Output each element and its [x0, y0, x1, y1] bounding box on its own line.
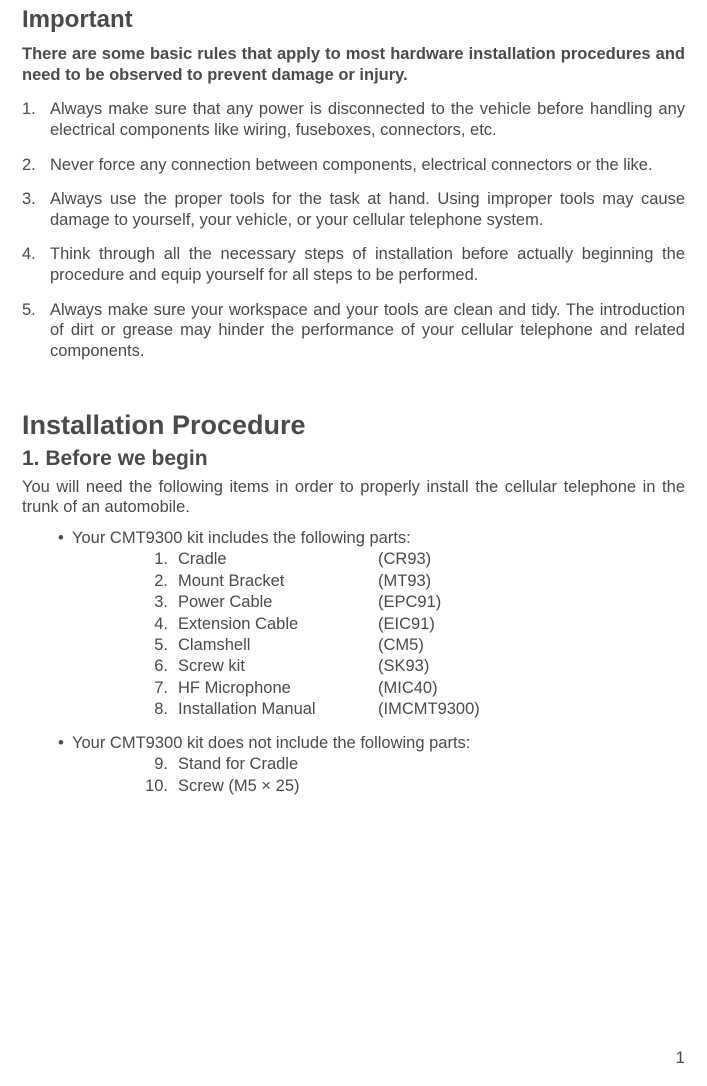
part-code: (MIC40): [378, 678, 685, 699]
before-begin-heading: 1. Before we begin: [22, 447, 685, 471]
rule-text: Think through all the necessary steps of…: [50, 244, 685, 285]
rules-list: 1. Always make sure that any power is di…: [22, 99, 685, 361]
rule-number: 4.: [22, 244, 50, 285]
rule-text: Always make sure that any power is disco…: [50, 99, 685, 140]
rule-item: 4. Think through all the necessary steps…: [22, 244, 685, 285]
part-name: Screw (M5 × 25): [168, 776, 378, 797]
parts-row: 7.HF Microphone(MIC40): [134, 678, 685, 699]
part-number: 5.: [134, 635, 168, 656]
parts-row: 2.Mount Bracket(MT93): [134, 571, 685, 592]
includes-label-line: • Your CMT9300 kit includes the followin…: [58, 528, 685, 549]
part-number: 9.: [134, 754, 168, 775]
part-code: (SK93): [378, 656, 685, 677]
important-heading: Important: [22, 6, 685, 34]
includes-block: • Your CMT9300 kit includes the followin…: [22, 528, 685, 721]
installation-intro: You will need the following items in ord…: [22, 477, 685, 518]
part-code: (EIC91): [378, 614, 685, 635]
part-name: HF Microphone: [168, 678, 378, 699]
part-code: (MT93): [378, 571, 685, 592]
important-lead: There are some basic rules that apply to…: [22, 44, 685, 85]
parts-row: 9.Stand for Cradle: [134, 754, 685, 775]
part-name: Mount Bracket: [168, 571, 378, 592]
part-number: 2.: [134, 571, 168, 592]
parts-row: 5.Clamshell(CM5): [134, 635, 685, 656]
included-parts-list: 1.Cradle(CR93) 2.Mount Bracket(MT93) 3.P…: [58, 549, 685, 721]
part-name: Clamshell: [168, 635, 378, 656]
part-name: Extension Cable: [168, 614, 378, 635]
part-code: (IMCMT9300): [378, 699, 685, 720]
parts-row: 4.Extension Cable(EIC91): [134, 614, 685, 635]
parts-row: 10.Screw (M5 × 25): [134, 776, 685, 797]
rule-text: Always make sure your workspace and your…: [50, 300, 685, 362]
rule-number: 1.: [22, 99, 50, 140]
parts-row: 3.Power Cable(EPC91): [134, 592, 685, 613]
part-number: 4.: [134, 614, 168, 635]
part-name: Cradle: [168, 549, 378, 570]
part-number: 10.: [134, 776, 168, 797]
spacer: [22, 723, 685, 733]
part-code: [378, 776, 685, 797]
part-number: 3.: [134, 592, 168, 613]
part-name: Screw kit: [168, 656, 378, 677]
rule-number: 5.: [22, 300, 50, 362]
part-code: [378, 754, 685, 775]
part-number: 8.: [134, 699, 168, 720]
part-number: 6.: [134, 656, 168, 677]
part-code: (CR93): [378, 549, 685, 570]
parts-row: 6.Screw kit(SK93): [134, 656, 685, 677]
parts-row: 1.Cradle(CR93): [134, 549, 685, 570]
part-number: 7.: [134, 678, 168, 699]
excludes-label: Your CMT9300 kit does not include the fo…: [72, 733, 470, 754]
rule-item: 1. Always make sure that any power is di…: [22, 99, 685, 140]
bullet-icon: •: [58, 733, 72, 754]
excludes-block: • Your CMT9300 kit does not include the …: [22, 733, 685, 797]
parts-row: 8.Installation Manual(IMCMT9300): [134, 699, 685, 720]
rule-item: 3. Always use the proper tools for the t…: [22, 189, 685, 230]
document-page: Important There are some basic rules tha…: [0, 6, 707, 797]
part-code: (EPC91): [378, 592, 685, 613]
part-name: Stand for Cradle: [168, 754, 378, 775]
part-code: (CM5): [378, 635, 685, 656]
installation-heading: Installation Procedure: [22, 410, 685, 441]
excluded-parts-list: 9.Stand for Cradle 10.Screw (M5 × 25): [58, 754, 685, 797]
rule-item: 2. Never force any connection between co…: [22, 155, 685, 176]
rule-text: Never force any connection between compo…: [50, 155, 685, 176]
part-name: Installation Manual: [168, 699, 378, 720]
includes-label: Your CMT9300 kit includes the following …: [72, 528, 411, 549]
rule-text: Always use the proper tools for the task…: [50, 189, 685, 230]
part-name: Power Cable: [168, 592, 378, 613]
part-number: 1.: [134, 549, 168, 570]
rule-number: 3.: [22, 189, 50, 230]
page-number: 1: [676, 1048, 685, 1068]
rule-number: 2.: [22, 155, 50, 176]
rule-item: 5. Always make sure your workspace and y…: [22, 300, 685, 362]
bullet-icon: •: [58, 528, 72, 549]
excludes-label-line: • Your CMT9300 kit does not include the …: [58, 733, 685, 754]
